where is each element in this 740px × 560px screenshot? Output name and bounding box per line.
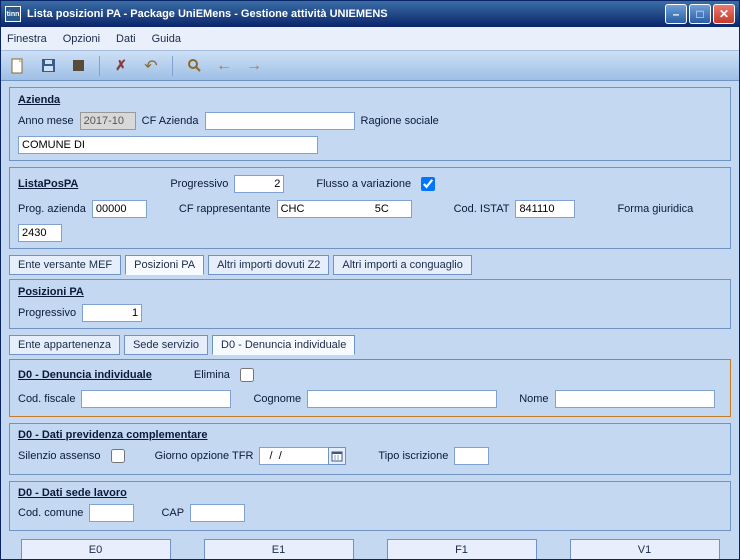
elimina-label: Elimina — [194, 369, 230, 381]
posizionipa-title: Posizioni PA — [18, 286, 84, 298]
menubar: Finestra Opzioni Dati Guida — [1, 27, 739, 51]
cod-fiscale-label: Cod. fiscale — [18, 393, 75, 405]
menu-finestra[interactable]: Finestra — [7, 33, 47, 45]
cap-label: CAP — [161, 507, 184, 519]
app-icon: tinn — [5, 6, 21, 22]
nome-field[interactable] — [555, 390, 715, 408]
tab-posizioni-pa[interactable]: Posizioni PA — [125, 255, 204, 275]
ragione-sociale-field[interactable] — [18, 136, 318, 154]
bottom-buttons: E0 E1 F1 V1 — [9, 539, 731, 559]
lpp-progressivo-field[interactable] — [234, 175, 284, 193]
giorno-field[interactable] — [259, 447, 329, 465]
cognome-field[interactable] — [307, 390, 497, 408]
lpp-progressivo-label: Progressivo — [170, 178, 228, 190]
window-title: Lista posizioni PA - Package UniEMens - … — [27, 8, 665, 20]
d0-prev-title: D0 - Dati previdenza complementare — [18, 429, 208, 441]
group-azienda: Azienda Anno mese CF Azienda Ragione soc… — [9, 87, 731, 161]
cod-fiscale-field[interactable] — [81, 390, 231, 408]
d0-denuncia-title: D0 - Denuncia individuale — [18, 369, 152, 381]
toolbar-sep-1 — [99, 56, 100, 76]
cod-comune-field[interactable] — [89, 504, 134, 522]
anno-mese-label: Anno mese — [18, 115, 74, 127]
silenzio-checkbox[interactable] — [111, 449, 125, 463]
nome-label: Nome — [519, 393, 548, 405]
window-buttons: – □ ✕ — [665, 4, 735, 24]
search-icon[interactable] — [183, 55, 205, 77]
tab-altri-conguaglio[interactable]: Altri importi a conguaglio — [333, 255, 471, 275]
menu-opzioni[interactable]: Opzioni — [63, 33, 100, 45]
tab-d0-denuncia[interactable]: D0 - Denuncia individuale — [212, 335, 355, 355]
cod-istat-field[interactable] — [515, 200, 575, 218]
elimina-checkbox[interactable] — [240, 368, 254, 382]
cf-azienda-field[interactable] — [205, 112, 355, 130]
save-icon[interactable] — [37, 55, 59, 77]
prog-azienda-label: Prog. azienda — [18, 203, 86, 215]
next-icon[interactable]: → — [243, 55, 265, 77]
e1-button[interactable]: E1 — [204, 539, 354, 559]
menu-guida[interactable]: Guida — [152, 33, 181, 45]
close-button[interactable]: ✕ — [713, 4, 735, 24]
tipo-iscr-field[interactable] — [454, 447, 489, 465]
ragione-sociale-label: Ragione sociale — [361, 115, 439, 127]
cap-field[interactable] — [190, 504, 245, 522]
giorno-label: Giorno opzione TFR — [155, 450, 254, 462]
section-d0-sede: D0 - Dati sede lavoro Cod. comune CAP — [9, 481, 731, 531]
undo-icon[interactable]: ↶ — [140, 55, 162, 77]
pp-progressivo-label: Progressivo — [18, 307, 76, 319]
calendar-icon[interactable] — [328, 447, 346, 465]
menu-dati[interactable]: Dati — [116, 33, 136, 45]
toolbar: ✗ ↶ ← → — [1, 51, 739, 81]
tab-sede-servizio[interactable]: Sede servizio — [124, 335, 208, 355]
forma-giur-field[interactable] — [18, 224, 62, 242]
f1-button[interactable]: F1 — [387, 539, 537, 559]
toolbar-sep-2 — [172, 56, 173, 76]
delete-icon[interactable]: ✗ — [110, 55, 132, 77]
v1-button[interactable]: V1 — [570, 539, 720, 559]
section-d0-denuncia: D0 - Denuncia individuale Elimina Cod. f… — [9, 359, 731, 417]
maximize-button[interactable]: □ — [689, 4, 711, 24]
tabs-sub: Ente appartenenza Sede servizio D0 - Den… — [9, 335, 731, 355]
d0-sede-title: D0 - Dati sede lavoro — [18, 487, 127, 499]
cod-istat-label: Cod. ISTAT — [454, 203, 510, 215]
prev-icon[interactable]: ← — [213, 55, 235, 77]
cod-comune-label: Cod. comune — [18, 507, 83, 519]
anno-mese-field — [80, 112, 136, 130]
cf-rapp-field[interactable] — [277, 200, 412, 218]
content-area: Azienda Anno mese CF Azienda Ragione soc… — [1, 81, 739, 559]
cf-azienda-label: CF Azienda — [142, 115, 199, 127]
group-listapospa: ListaPosPA Progressivo Flusso a variazio… — [9, 167, 731, 249]
tipo-iscr-label: Tipo iscrizione — [378, 450, 448, 462]
new-icon[interactable] — [7, 55, 29, 77]
tab-ente-versante[interactable]: Ente versante MEF — [9, 255, 121, 275]
minimize-button[interactable]: – — [665, 4, 687, 24]
section-d0-previdenza: D0 - Dati previdenza complementare Silen… — [9, 423, 731, 475]
titlebar: tinn Lista posizioni PA - Package UniEMe… — [1, 1, 739, 27]
tab-altri-z2[interactable]: Altri importi dovuti Z2 — [208, 255, 329, 275]
e0-button[interactable]: E0 — [21, 539, 171, 559]
prog-azienda-field[interactable] — [92, 200, 147, 218]
tabs-main: Ente versante MEF Posizioni PA Altri imp… — [9, 255, 731, 275]
cf-rapp-label: CF rappresentante — [179, 203, 271, 215]
group-posizioni-pa: Posizioni PA Progressivo — [9, 279, 731, 329]
silenzio-label: Silenzio assenso — [18, 450, 101, 462]
app-window: tinn Lista posizioni PA - Package UniEMe… — [0, 0, 740, 560]
cognome-label: Cognome — [253, 393, 301, 405]
stop-icon[interactable] — [67, 55, 89, 77]
pp-progressivo-field[interactable] — [82, 304, 142, 322]
flusso-label: Flusso a variazione — [316, 178, 411, 190]
azienda-title: Azienda — [18, 94, 60, 106]
tab-ente-appartenenza[interactable]: Ente appartenenza — [9, 335, 120, 355]
listapospa-title: ListaPosPA — [18, 178, 78, 190]
forma-giur-label: Forma giuridica — [617, 203, 693, 215]
flusso-checkbox[interactable] — [421, 177, 435, 191]
